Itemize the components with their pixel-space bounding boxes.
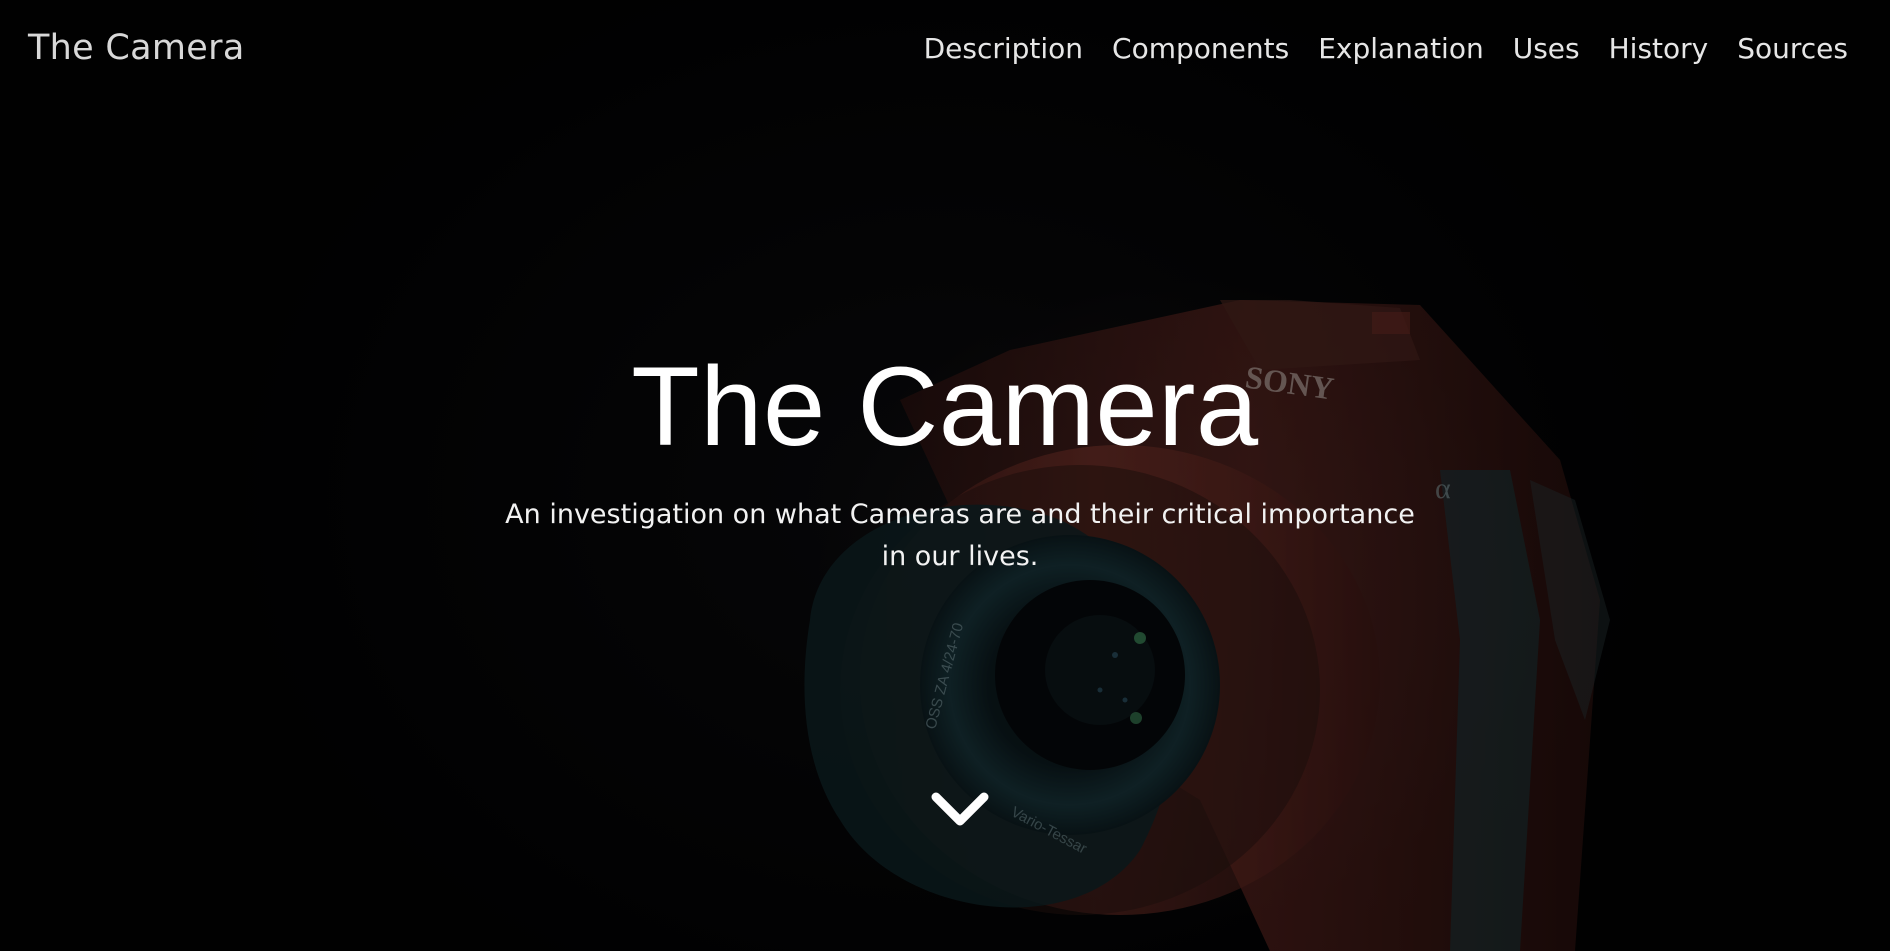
hero-subtitle: An investigation on what Cameras are and… [505, 499, 1415, 572]
brand-link[interactable]: The Camera [28, 28, 245, 68]
nav-link-uses[interactable]: Uses [1513, 32, 1580, 65]
nav-link-sources[interactable]: Sources [1737, 32, 1848, 65]
nav-link-description[interactable]: Description [924, 32, 1083, 65]
chevron-down-icon [931, 792, 989, 826]
scroll-down-button[interactable] [930, 785, 990, 835]
nav-link-components[interactable]: Components [1112, 32, 1289, 65]
hero-section: SONY α OSS ZA 4/24-70 Vario-Tessar The C… [0, 0, 1890, 951]
nav-links: Description Components Explanation Uses … [924, 32, 1848, 65]
hero-title: The Camera [631, 344, 1259, 469]
nav-link-explanation[interactable]: Explanation [1318, 32, 1484, 65]
nav-link-history[interactable]: History [1609, 32, 1709, 65]
top-navigation: The Camera Description Components Explan… [0, 0, 1890, 100]
